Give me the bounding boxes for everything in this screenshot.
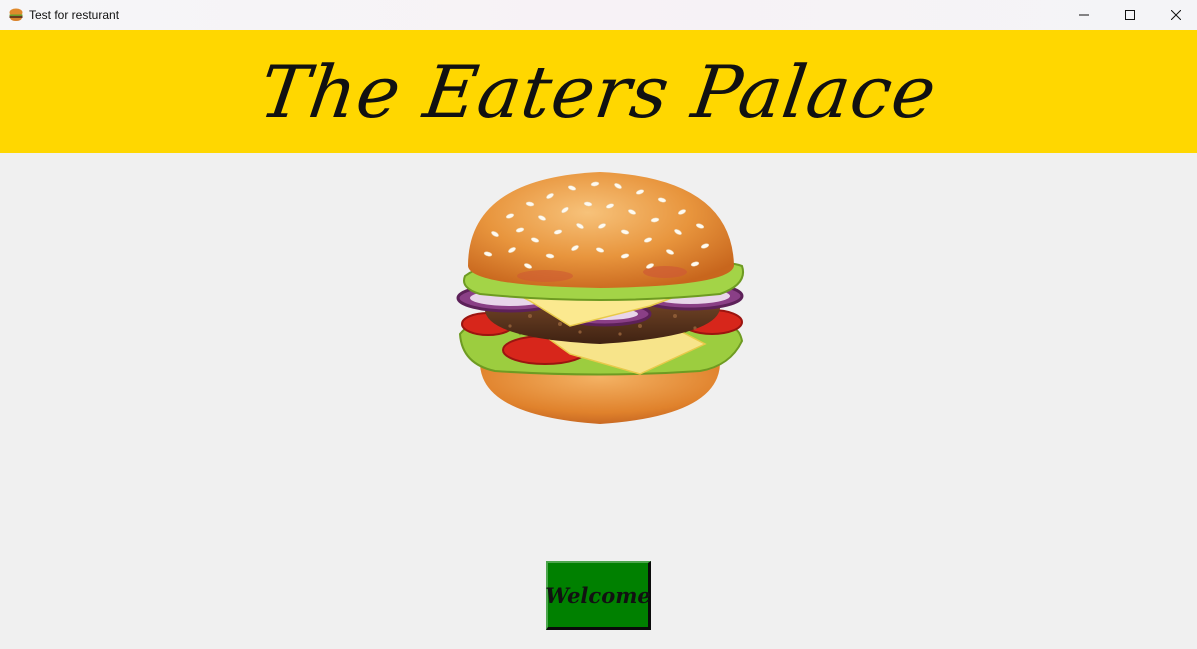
welcome-button[interactable]: Welcome (545, 561, 651, 630)
welcome-button-label: Welcome (545, 582, 651, 608)
close-button[interactable] (1153, 0, 1197, 30)
maximize-icon (1125, 10, 1135, 20)
window-title: Test for resturant (29, 8, 120, 22)
header-banner: The Eaters Palace (0, 30, 1197, 153)
burger-image (456, 172, 744, 424)
restaurant-title: The Eaters Palace (254, 49, 942, 134)
close-icon (1171, 10, 1181, 20)
burger-icon (9, 8, 23, 21)
minimize-button[interactable] (1061, 0, 1107, 30)
maximize-button[interactable] (1107, 0, 1153, 30)
title-bar[interactable]: Test for resturant (0, 0, 1197, 30)
app-window: Test for resturant The Eaters Palace Wel… (0, 0, 1197, 649)
minimize-icon (1079, 14, 1089, 16)
